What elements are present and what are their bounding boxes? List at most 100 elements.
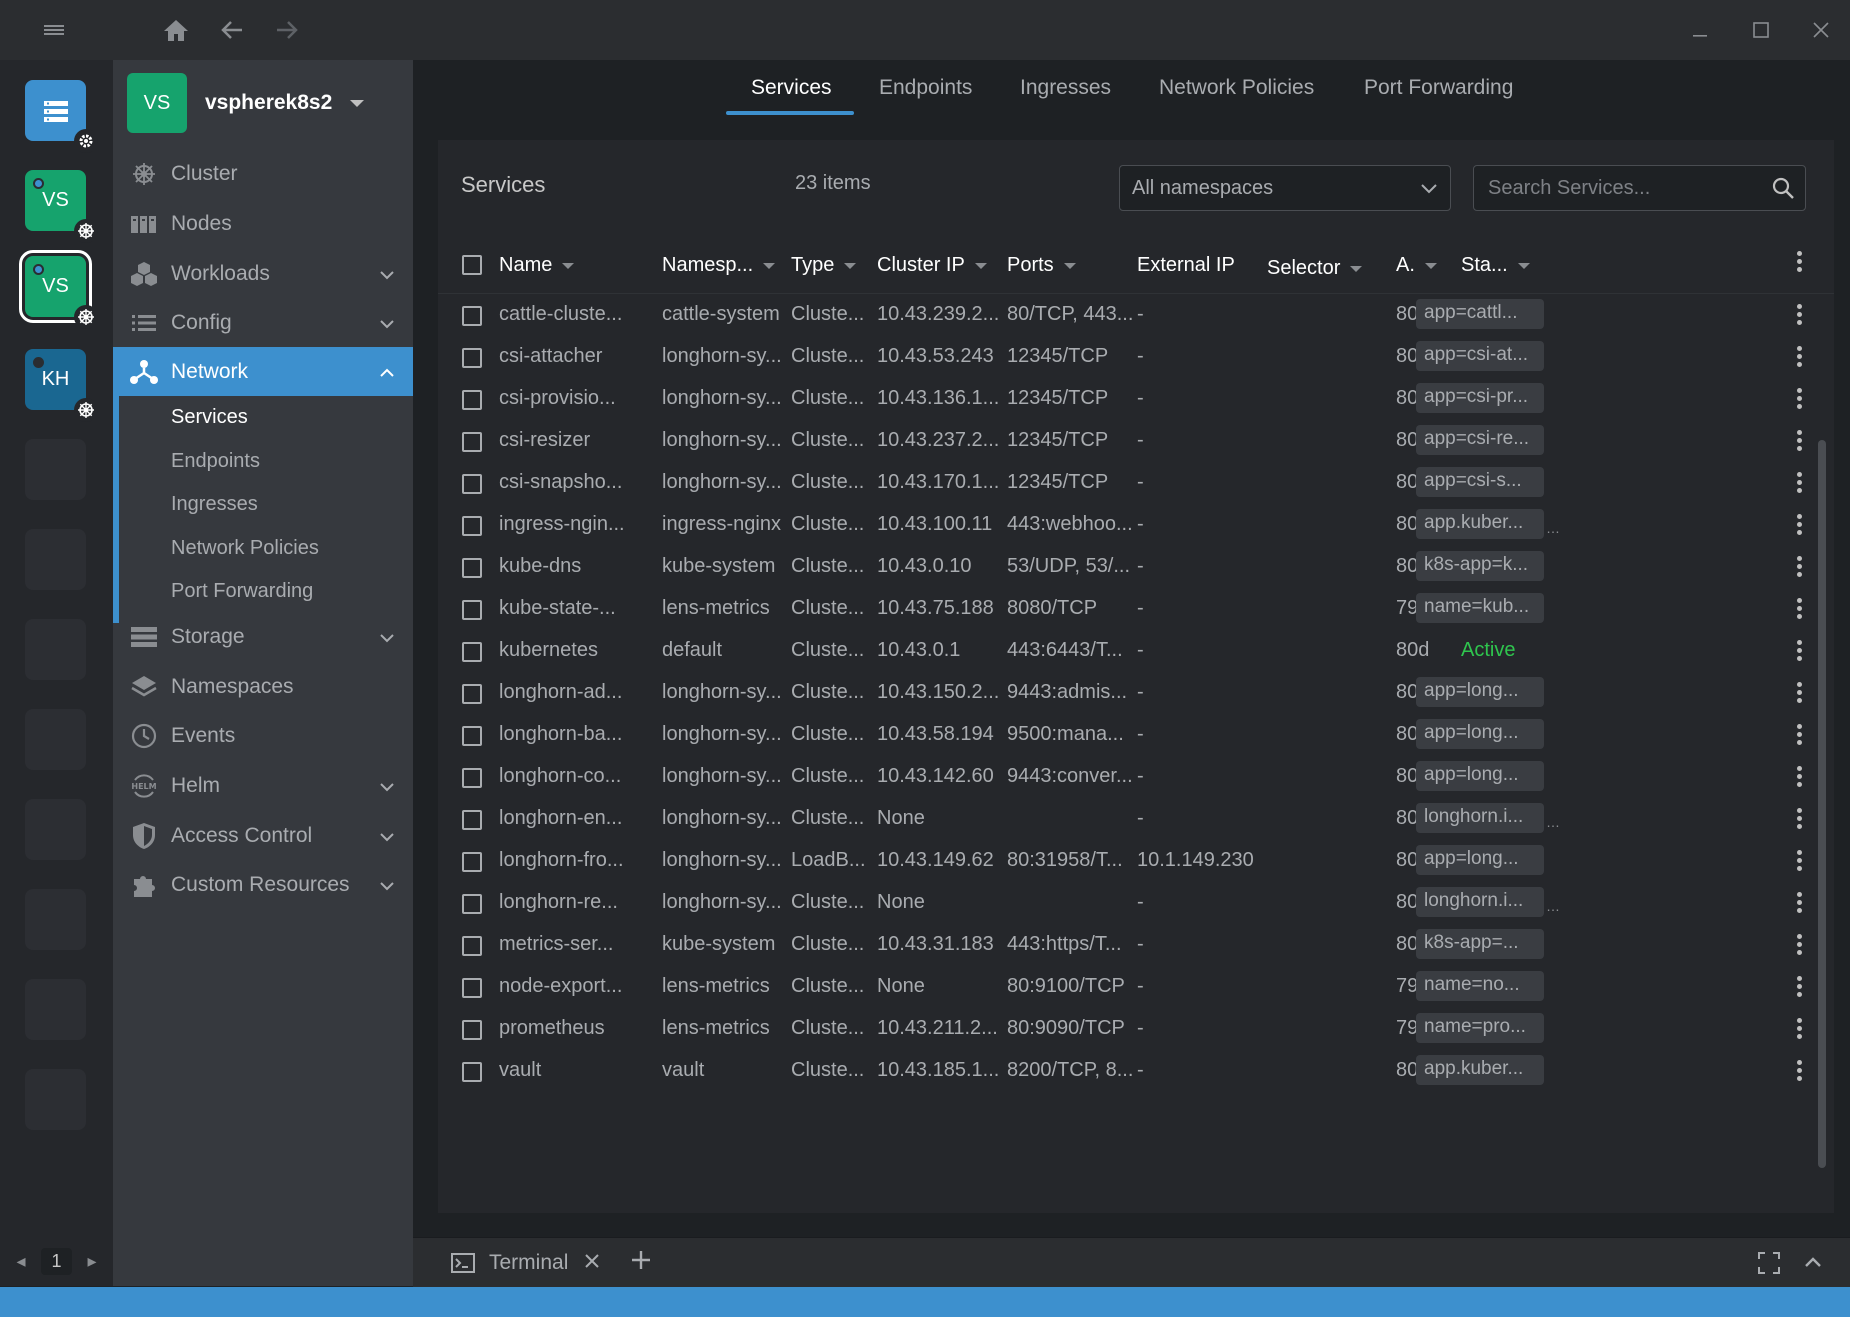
- row-menu-icon[interactable]: [1797, 388, 1802, 412]
- chevron-up-icon[interactable]: [1803, 1253, 1823, 1276]
- hotbar-cluster-kh[interactable]: KH: [25, 349, 98, 422]
- close-icon[interactable]: [1806, 0, 1836, 60]
- row-menu-icon[interactable]: [1797, 472, 1802, 496]
- close-icon[interactable]: [584, 1251, 600, 1275]
- arrow-left-icon[interactable]: [216, 0, 248, 60]
- table-row[interactable]: prometheus lens-metrics Cluste... 10.43.211…: [438, 1008, 1834, 1050]
- row-menu-icon[interactable]: [1797, 724, 1802, 748]
- table-row[interactable]: longhorn-en... longhorn-sy... Cluste... Non…: [438, 798, 1834, 840]
- maximize-icon[interactable]: [1746, 0, 1776, 60]
- row-checkbox[interactable]: [462, 474, 482, 494]
- row-checkbox[interactable]: [462, 852, 482, 872]
- sidebar-subitem-port-forwarding[interactable]: Port Forwarding: [171, 580, 313, 603]
- column-menu-icon[interactable]: [1797, 251, 1802, 275]
- row-menu-icon[interactable]: [1797, 850, 1802, 874]
- sidebar-item-events[interactable]: Events: [113, 711, 413, 760]
- sidebar-item-storage[interactable]: Storage: [113, 612, 413, 661]
- column-header-cluster-ip[interactable]: Cluster IP: [877, 254, 987, 277]
- table-row[interactable]: cattle-cluste... cattle-system Cluste... 10…: [438, 294, 1834, 336]
- row-checkbox[interactable]: [462, 306, 482, 326]
- row-checkbox[interactable]: [462, 810, 482, 830]
- tab-port-forwarding[interactable]: Port Forwarding: [1364, 76, 1513, 100]
- sidebar-item-nodes[interactable]: Nodes: [113, 199, 413, 248]
- table-row[interactable]: kube-dns kube-system Cluste... 10.43.0.10 53…: [438, 546, 1834, 588]
- table-row[interactable]: csi-resizer longhorn-sy... Cluste... 10.43.…: [438, 420, 1834, 462]
- sidebar-subitem-network-policies[interactable]: Network Policies: [171, 537, 319, 560]
- row-menu-icon[interactable]: [1797, 808, 1802, 832]
- row-menu-icon[interactable]: [1797, 682, 1802, 706]
- table-row[interactable]: longhorn-ad... longhorn-sy... Cluste... 10.…: [438, 672, 1834, 714]
- sidebar-item-config[interactable]: Config: [113, 298, 413, 347]
- fullscreen-icon[interactable]: [1757, 1251, 1781, 1281]
- row-checkbox[interactable]: [462, 684, 482, 704]
- home-icon[interactable]: [160, 0, 192, 60]
- minimize-icon[interactable]: [1685, 0, 1715, 60]
- row-menu-icon[interactable]: [1797, 514, 1802, 538]
- sidebar-subitem-endpoints[interactable]: Endpoints: [171, 450, 260, 473]
- sidebar-item-custom-resources[interactable]: Custom Resources: [113, 860, 413, 909]
- row-menu-icon[interactable]: [1797, 346, 1802, 370]
- tab-ingresses[interactable]: Ingresses: [1020, 76, 1111, 100]
- cluster-selector[interactable]: VS vspherek8s2: [127, 72, 365, 134]
- row-checkbox[interactable]: [462, 348, 482, 368]
- tab-network-policies[interactable]: Network Policies: [1159, 76, 1314, 100]
- row-checkbox[interactable]: [462, 726, 482, 746]
- row-checkbox[interactable]: [462, 390, 482, 410]
- table-row[interactable]: kube-state-... lens-metrics Cluste... 10.43…: [438, 588, 1834, 630]
- sidebar-item-access-control[interactable]: Access Control: [113, 811, 413, 860]
- row-checkbox[interactable]: [462, 642, 482, 662]
- row-menu-icon[interactable]: [1797, 976, 1802, 1000]
- hotbar-cluster-vs-1[interactable]: VS: [25, 170, 98, 243]
- table-row[interactable]: node-export... lens-metrics Cluste... None 8…: [438, 966, 1834, 1008]
- row-checkbox[interactable]: [462, 600, 482, 620]
- arrow-right-icon[interactable]: [271, 0, 303, 60]
- row-checkbox[interactable]: [462, 1062, 482, 1082]
- table-row[interactable]: longhorn-ba... longhorn-sy... Cluste... 10.…: [438, 714, 1834, 756]
- hotbar-empty-slot[interactable]: [25, 619, 86, 680]
- row-checkbox[interactable]: [462, 1020, 482, 1040]
- hotbar-page-number[interactable]: 1: [41, 1247, 72, 1275]
- sidebar-item-helm[interactable]: HELM Helm: [113, 761, 413, 810]
- column-header-type[interactable]: Type: [791, 254, 857, 277]
- sidebar-item-workloads[interactable]: Workloads: [113, 249, 413, 298]
- column-header-ports[interactable]: Ports: [1007, 254, 1076, 277]
- hotbar-empty-slot[interactable]: [25, 709, 86, 770]
- table-row[interactable]: metrics-ser... kube-system Cluste... 10.43.…: [438, 924, 1834, 966]
- row-menu-icon[interactable]: [1797, 304, 1802, 328]
- scrollbar[interactable]: [1818, 440, 1826, 1168]
- table-row[interactable]: kubernetes default Cluste... 10.43.0.1 443:6…: [438, 630, 1834, 672]
- hotbar-empty-slot[interactable]: [25, 979, 86, 1040]
- column-header-selector[interactable]: Selector: [1267, 257, 1363, 280]
- hotbar-empty-slot[interactable]: [25, 799, 86, 860]
- hotbar-empty-slot[interactable]: [25, 529, 86, 590]
- hamburger-icon[interactable]: [38, 0, 70, 60]
- catalog-button[interactable]: [25, 80, 98, 153]
- column-header-status[interactable]: Sta...: [1461, 254, 1530, 277]
- row-checkbox[interactable]: [462, 894, 482, 914]
- sidebar-item-cluster[interactable]: Cluster: [113, 149, 413, 198]
- column-header-age[interactable]: A.: [1396, 254, 1437, 277]
- row-checkbox[interactable]: [462, 978, 482, 998]
- search-icon[interactable]: [1771, 176, 1795, 206]
- plus-icon[interactable]: [630, 1249, 652, 1277]
- row-checkbox[interactable]: [462, 558, 482, 578]
- select-all-checkbox[interactable]: [462, 255, 482, 275]
- column-header-name[interactable]: Name: [499, 254, 575, 277]
- row-checkbox[interactable]: [462, 516, 482, 536]
- row-menu-icon[interactable]: [1797, 934, 1802, 958]
- row-checkbox[interactable]: [462, 432, 482, 452]
- row-checkbox[interactable]: [462, 768, 482, 788]
- table-row[interactable]: csi-snapsho... longhorn-sy... Cluste... 10.…: [438, 462, 1834, 504]
- hotbar-empty-slot[interactable]: [25, 889, 86, 950]
- row-menu-icon[interactable]: [1797, 892, 1802, 916]
- row-menu-icon[interactable]: [1797, 598, 1802, 622]
- caret-left-icon[interactable]: ◂: [16, 1251, 25, 1272]
- table-row[interactable]: longhorn-fro... longhorn-sy... LoadB... 10.…: [438, 840, 1834, 882]
- search-input[interactable]: [1474, 166, 1764, 210]
- row-menu-icon[interactable]: [1797, 1060, 1802, 1084]
- sidebar-item-network[interactable]: Network: [113, 347, 413, 396]
- table-row[interactable]: csi-attacher longhorn-sy... Cluste... 10.43…: [438, 336, 1834, 378]
- row-menu-icon[interactable]: [1797, 556, 1802, 580]
- hotbar-cluster-vs-2[interactable]: VS: [19, 250, 98, 329]
- row-menu-icon[interactable]: [1797, 430, 1802, 454]
